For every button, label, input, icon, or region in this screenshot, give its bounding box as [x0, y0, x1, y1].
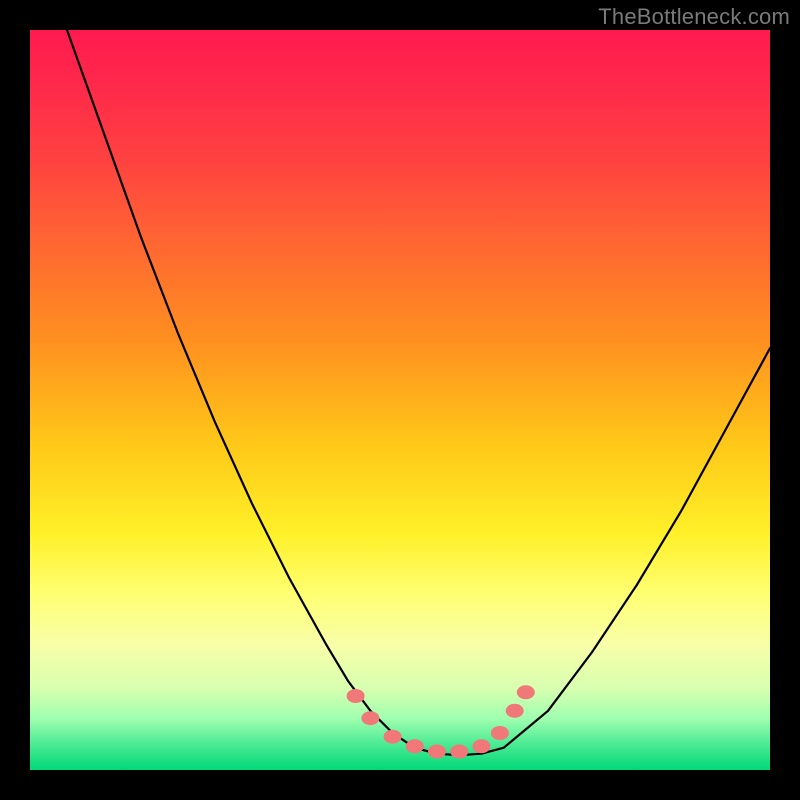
highlight-dot: [491, 726, 509, 740]
chart-frame: TheBottleneck.com: [0, 0, 800, 800]
highlight-dot: [428, 745, 446, 759]
bottleneck-curve: [67, 30, 770, 755]
plot-area: [30, 30, 770, 770]
curve-layer: [30, 30, 770, 770]
watermark-text: TheBottleneck.com: [598, 4, 790, 30]
highlight-dot: [450, 745, 468, 759]
highlight-dot: [517, 685, 535, 699]
highlight-dot: [347, 689, 365, 703]
highlight-dot: [472, 739, 490, 753]
highlight-dot: [361, 711, 379, 725]
highlight-dot: [406, 739, 424, 753]
highlight-dot: [506, 704, 524, 718]
highlight-dot: [384, 730, 402, 744]
